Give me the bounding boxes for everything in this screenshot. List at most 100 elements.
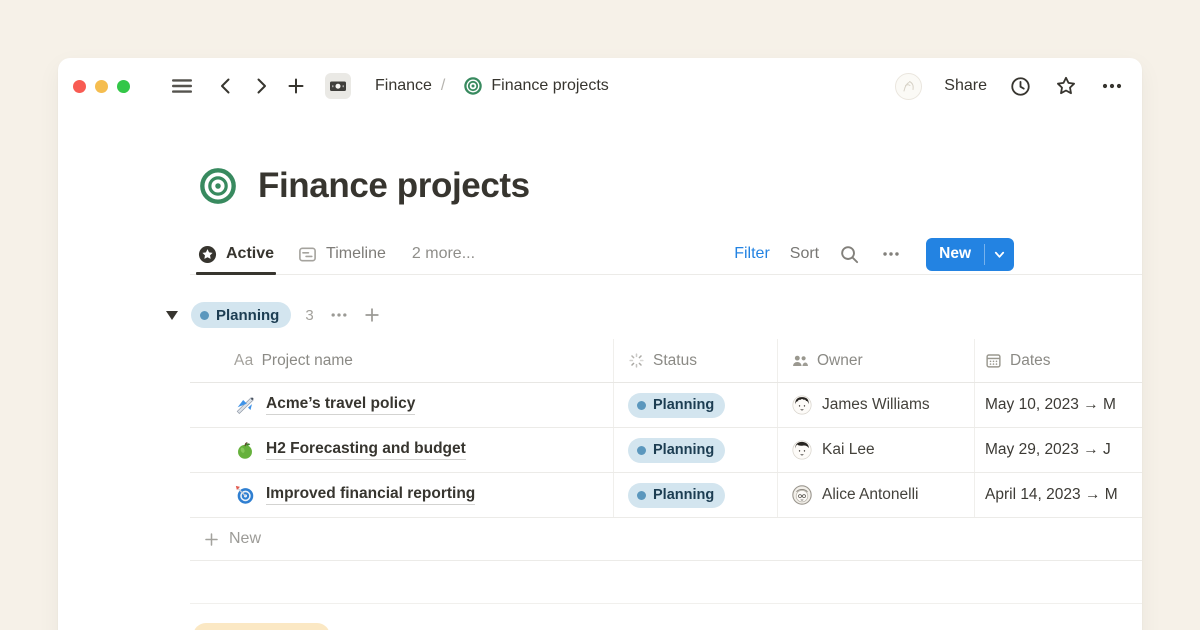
group-more-icon[interactable]	[329, 305, 349, 325]
breadcrumb-page-label: Finance projects	[491, 77, 608, 95]
plus-icon	[203, 531, 220, 548]
page-header: Finance projects	[190, 164, 1142, 208]
status-dot	[637, 491, 646, 500]
next-group-pill-partial[interactable]	[193, 623, 330, 630]
column-header-owner[interactable]: Owner	[778, 339, 975, 382]
new-row-button[interactable]: New	[190, 518, 1142, 561]
sort-button[interactable]: Sort	[790, 245, 819, 263]
page-title: Finance projects	[258, 166, 530, 206]
breadcrumb-page[interactable]: Finance projects	[463, 76, 608, 96]
cell-owner[interactable]: James Williams	[778, 383, 975, 427]
workspace-banknote-icon[interactable]	[325, 73, 351, 99]
cell-project-name[interactable]: Improved financial reporting	[190, 473, 614, 517]
group-add-icon[interactable]	[363, 306, 381, 324]
owner-name: Alice Antonelli	[822, 486, 919, 504]
collapse-triangle-icon[interactable]	[166, 311, 178, 320]
table-row: Improved financial reporting Planning Al…	[190, 473, 1142, 518]
target-icon-small	[463, 76, 483, 96]
status-label: Planning	[653, 487, 714, 503]
cell-owner[interactable]: Kai Lee	[778, 428, 975, 472]
history-clock-icon[interactable]	[1009, 75, 1032, 98]
add-page-icon[interactable]	[286, 76, 306, 96]
starred-view-icon	[198, 245, 217, 264]
status-pill: Planning	[628, 483, 725, 508]
section-divider	[190, 603, 1142, 604]
column-header-status[interactable]: Status	[614, 339, 778, 382]
more-views-button[interactable]: 2 more...	[412, 245, 475, 263]
owner-name: Kai Lee	[822, 441, 875, 459]
table-row: Acme’s travel policy Planning James Will…	[190, 383, 1142, 428]
project-name-link[interactable]: Acme’s travel policy	[266, 395, 415, 415]
tab-timeline-label: Timeline	[326, 245, 386, 263]
new-row-label: New	[229, 530, 261, 548]
apple-icon	[234, 439, 256, 461]
status-label: Planning	[653, 397, 714, 413]
forward-icon[interactable]	[251, 76, 271, 96]
cell-owner[interactable]: Alice Antonelli	[778, 473, 975, 517]
notion-window: Finance / Finance projects Share	[58, 58, 1142, 630]
cell-status[interactable]: Planning	[614, 383, 778, 427]
owner-name: James Williams	[822, 396, 930, 414]
cell-dates[interactable]: April 14, 2023 → M	[975, 473, 1142, 517]
favorite-star-icon[interactable]	[1054, 74, 1078, 98]
airplane-icon	[234, 394, 256, 416]
filter-button[interactable]: Filter	[734, 245, 770, 263]
table-header-row: Aa Project name Status Owner Dates	[190, 339, 1142, 383]
view-bar: Active Timeline 2 more... Filter Sort Ne…	[190, 234, 1142, 275]
status-spinner-icon	[628, 352, 645, 369]
owner-avatar	[791, 484, 813, 506]
project-name-link[interactable]: H2 Forecasting and budget	[266, 440, 466, 460]
tab-active-label: Active	[226, 245, 274, 263]
search-icon[interactable]	[839, 244, 860, 265]
status-dot	[637, 446, 646, 455]
topbar: Finance / Finance projects Share	[58, 58, 1142, 114]
column-label: Dates	[1010, 352, 1051, 370]
date-range: April 14, 2023 → M	[985, 486, 1118, 504]
new-button[interactable]: New	[926, 238, 1014, 271]
calendar-icon	[985, 352, 1002, 369]
close-window-button[interactable]	[73, 80, 86, 93]
column-label: Status	[653, 352, 697, 370]
column-label: Owner	[817, 352, 863, 370]
share-button[interactable]: Share	[944, 77, 987, 95]
zoom-window-button[interactable]	[117, 80, 130, 93]
text-property-icon: Aa	[234, 352, 254, 370]
projects-table: Aa Project name Status Owner Dates	[190, 339, 1142, 604]
dart-icon	[234, 484, 256, 506]
cell-status[interactable]: Planning	[614, 428, 778, 472]
new-button-chevron-down-icon[interactable]	[985, 238, 1014, 271]
date-range: May 29, 2023 → J	[985, 441, 1111, 459]
sidebar-menu-icon[interactable]	[170, 74, 194, 98]
timeline-view-icon	[298, 245, 317, 264]
cell-dates[interactable]: May 29, 2023 → J	[975, 428, 1142, 472]
project-name-link[interactable]: Improved financial reporting	[266, 485, 475, 505]
cell-dates[interactable]: May 10, 2023 → M	[975, 383, 1142, 427]
cell-project-name[interactable]: H2 Forecasting and budget	[190, 428, 614, 472]
column-label: Project name	[262, 352, 353, 370]
people-icon	[791, 352, 809, 370]
owner-avatar	[791, 439, 813, 461]
more-options-icon[interactable]	[1100, 74, 1124, 98]
avatar[interactable]	[895, 73, 922, 100]
group-count: 3	[305, 307, 313, 324]
group-status-pill[interactable]: Planning	[191, 302, 291, 328]
date-range: May 10, 2023 → M	[985, 396, 1116, 414]
back-icon[interactable]	[216, 76, 236, 96]
status-dot	[637, 401, 646, 410]
status-dot	[200, 311, 209, 320]
view-options-icon[interactable]	[880, 243, 902, 265]
column-header-dates[interactable]: Dates	[975, 339, 1142, 382]
target-icon	[199, 167, 237, 205]
new-button-label[interactable]: New	[926, 238, 984, 271]
window-controls	[73, 80, 130, 93]
minimize-window-button[interactable]	[95, 80, 108, 93]
cell-project-name[interactable]: Acme’s travel policy	[190, 383, 614, 427]
tab-timeline-view[interactable]: Timeline	[298, 234, 386, 274]
cell-status[interactable]: Planning	[614, 473, 778, 517]
tab-active-view[interactable]: Active	[198, 234, 274, 274]
group-header-planning: Planning 3	[166, 300, 1142, 330]
table-row: H2 Forecasting and budget Planning Kai L…	[190, 428, 1142, 473]
status-pill: Planning	[628, 393, 725, 418]
column-header-project-name[interactable]: Aa Project name	[190, 339, 614, 382]
breadcrumb-workspace[interactable]: Finance	[375, 77, 432, 95]
